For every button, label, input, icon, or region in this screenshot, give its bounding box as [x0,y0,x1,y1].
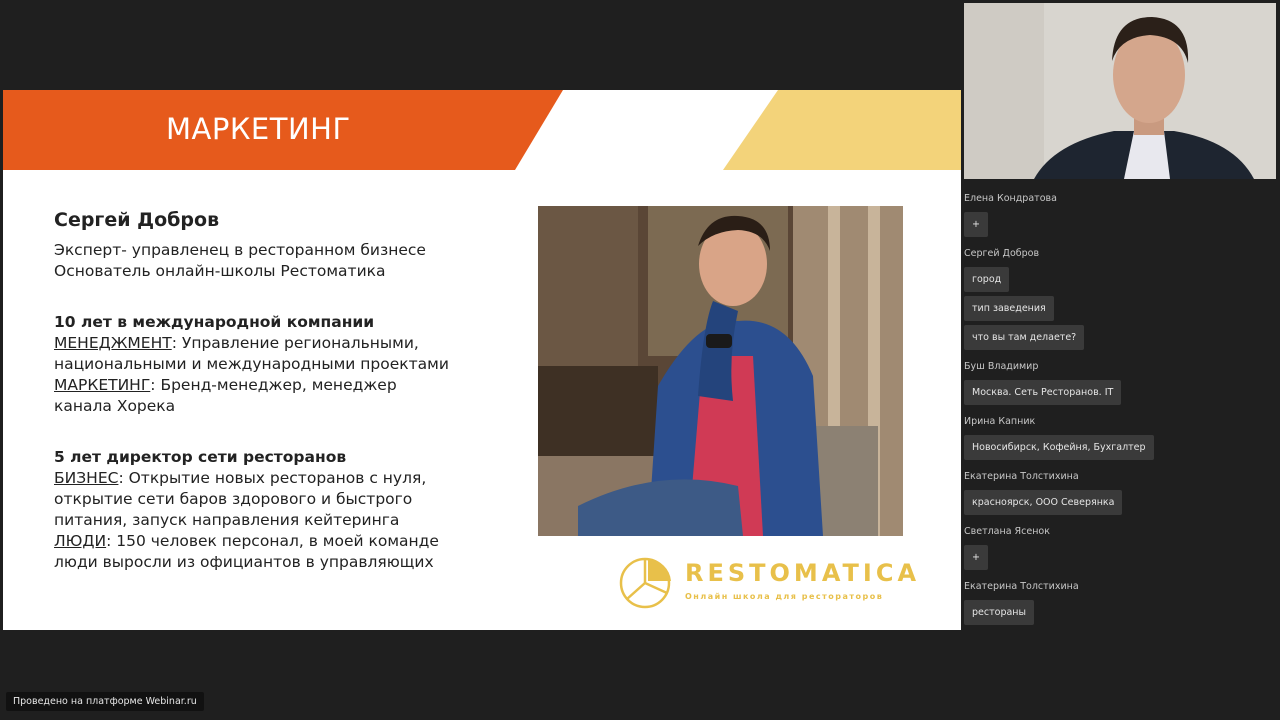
webcam-video-feed [964,3,1276,179]
chat-bubble-row: + [964,212,1276,239]
chat-bubble-row: Москва. Сеть Ресторанов. IT [964,380,1276,407]
section2-line-3: питания, запуск направления кейтеринга [54,511,400,529]
chat-message-author: Светлана Ясенок [964,526,1050,537]
chat-bubble-row: что вы там делаете? [964,325,1276,352]
chat-message: Екатерина Толстихина красноярск, ООО Севе… [964,470,1276,517]
section1-line-1-rest: : Управление региональными, [171,334,419,352]
chat-message-text: город [964,267,1010,292]
section1-line-2: национальными и международными проектами [54,355,449,373]
platform-badge[interactable]: Проведено на платформе Webinar.ru [6,692,204,711]
logo-wordmark: RESTOMATICA [685,559,921,587]
chat-message: Буш Владимир Москва. Сеть Ресторанов. IT [964,360,1276,407]
chat-message-text: тип заведения [964,296,1054,321]
speaker-bio: Сергей Добров Эксперт- управленец в рест… [54,208,514,573]
chat-message-author: Елена Кондратова [964,193,1057,204]
chat-message: Сергей Добров город тип заведения что вы та… [964,247,1276,352]
speaker-photo-illustration [538,206,903,536]
section2-line-4: ЛЮДИ: 150 человек персонал, в моей коман… [54,531,514,552]
section2-line-1: БИЗНЕС: Открытие новых ресторанов с нуля… [54,468,514,489]
webinar-stage: МАРКЕТИНГ Сергей Добров Эксперт- управле… [0,0,1280,720]
chat-message-author: Екатерина Толстихина [964,581,1079,592]
chat-bubble-row: красноярск, ООО Северянка [964,490,1276,517]
section2-line-2: открытие сети баров здорового и быстрого [54,490,413,508]
chat-message-text: рестораны [964,600,1035,625]
chat-message-text: что вы там делаете? [964,325,1085,350]
chat-message-text: красноярск, ООО Северянка [964,490,1123,515]
speaker-subtitle-2: Основатель онлайн-школы Рестоматика [54,262,386,280]
chat-bubble-row: + [964,545,1276,572]
section2-line-5: люди выросли из официантов в управляющих [54,553,434,571]
section2-line-4-rest: : 150 человек персонал, в моей команде [106,532,439,550]
section1-key-management: МЕНЕДЖМЕНТ [54,334,172,352]
section1-line-3: МАРКЕТИНГ: Бренд-менеджер, менеджер [54,375,514,396]
section2-heading: 5 лет директор сети ресторанов [54,448,347,466]
section1-key-marketing: МАРКЕТИНГ [54,376,151,394]
chat-bubble-row: тип заведения [964,296,1276,323]
chat-bubble-row: город [964,267,1276,294]
section1-heading: 10 лет в международной компании [54,313,375,331]
slide-banner [3,90,961,170]
chat-message-author: Екатерина Толстихина [964,471,1079,482]
chat-message: Ирина Капник Новосибирск, Кофейня, Бухгал… [964,415,1276,462]
chat-message-text: + [964,212,988,237]
section1-line-3-rest: : Бренд-менеджер, менеджер [150,376,397,394]
section2-key-people: ЛЮДИ [54,532,107,550]
chat-message-text: + [964,545,988,570]
chat-panel: Елена Кондратова + Сергей Добров город тип з… [964,192,1276,635]
slide-title: МАРКЕТИНГ [166,112,351,146]
section2-key-business: БИЗНЕС [54,469,119,487]
chat-message-text: Новосибирск, Кофейня, Бухгалтер [964,435,1154,460]
section2-line-1-rest: : Открытие новых ресторанов с нуля, [118,469,427,487]
chat-message-text: Москва. Сеть Ресторанов. IT [964,380,1122,405]
chat-bubble-row: рестораны [964,600,1276,627]
chat-message: Елена Кондратова + [964,192,1276,239]
chat-message-author: Сергей Добров [964,248,1040,259]
chat-message: Светлана Ясенок + [964,525,1276,572]
presentation-slide: МАРКЕТИНГ Сергей Добров Эксперт- управле… [3,90,961,630]
speaker-photo [538,206,903,536]
chat-message-author: Буш Владимир [964,361,1039,372]
banner-yellow-shape [723,90,961,170]
chat-message-author: Ирина Капник [964,416,1036,427]
speaker-name: Сергей Добров [54,209,220,231]
section1-line-4: канала Хорека [54,397,176,415]
chat-bubble-row: Новосибирск, Кофейня, Бухгалтер [964,435,1276,462]
chat-message: Екатерина Толстихина рестораны [964,580,1276,627]
restomatica-logo: RESTOMATICA Онлайн школа для рестораторо… [619,553,939,617]
restomatica-logo-icon [619,557,671,609]
section1-line-1: МЕНЕДЖМЕНТ: Управление региональными, [54,333,514,354]
presenter-webcam [964,3,1276,179]
speaker-subtitle-1: Эксперт- управленец в ресторанном бизнес… [54,241,426,259]
logo-tagline: Онлайн школа для рестораторов [685,592,884,601]
